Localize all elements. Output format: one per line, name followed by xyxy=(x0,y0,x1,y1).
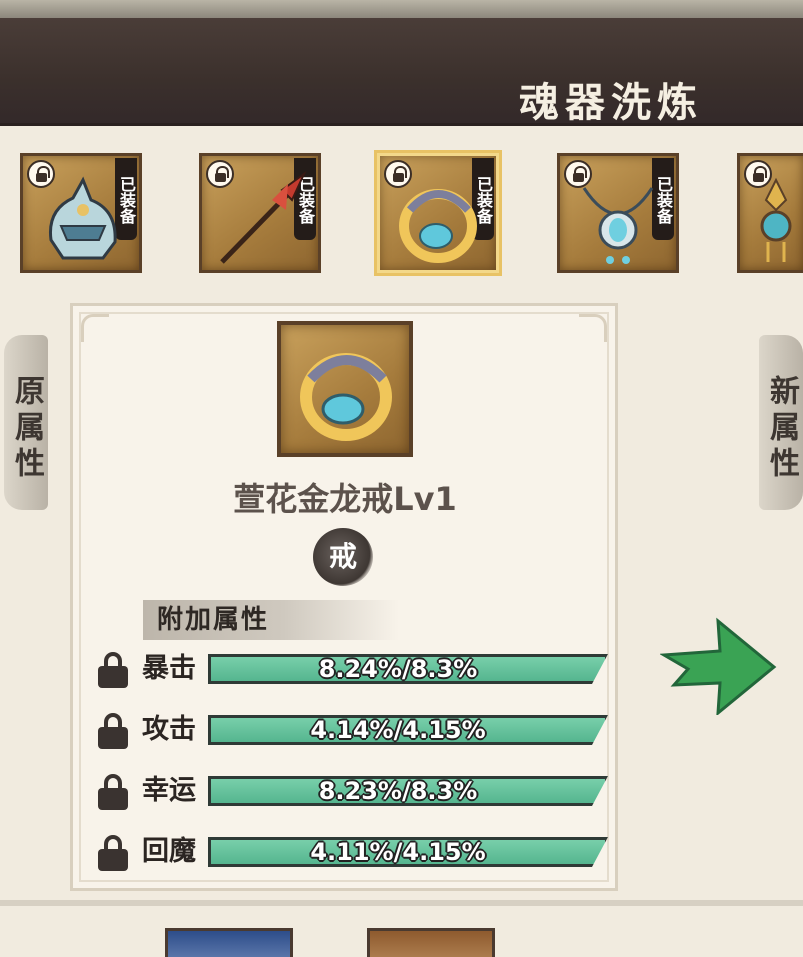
attribute-row: 幸运 8.23%/8.3% xyxy=(96,772,611,812)
unlock-icon[interactable] xyxy=(96,650,130,690)
item-name: 萱花金龙戒Lv1 xyxy=(233,480,457,518)
attribute-value: 4.11%/4.15% xyxy=(310,838,486,866)
equip-slot-spear[interactable]: 已装备 xyxy=(199,153,321,273)
attribute-value: 8.24%/8.3% xyxy=(318,655,478,683)
attribute-row: 暴击 8.24%/8.3% xyxy=(96,650,611,690)
equip-slot-necklace[interactable]: 已装备 xyxy=(557,153,679,273)
attribute-row: 回魔 4.11%/4.15% xyxy=(96,833,611,873)
attribute-row: 攻击 4.14%/4.15% xyxy=(96,711,611,751)
attribute-value: 4.14%/4.15% xyxy=(310,716,486,744)
unlock-icon[interactable] xyxy=(96,833,130,873)
panel-corner-ornament xyxy=(579,314,607,342)
item-type-badge: 戒 xyxy=(313,528,373,586)
ring-icon xyxy=(300,353,392,441)
ring-icon xyxy=(399,189,477,263)
unlock-icon[interactable] xyxy=(96,772,130,812)
pendant-icon xyxy=(760,177,792,262)
title-bar: 魂器洗炼 xyxy=(0,18,803,126)
attribute-name: 暴击 xyxy=(142,653,196,684)
spear-icon xyxy=(220,170,307,264)
attribute-name: 幸运 xyxy=(142,775,196,806)
arrow-right-icon[interactable] xyxy=(660,615,780,715)
equip-slot-pendant[interactable] xyxy=(737,153,803,273)
top-strip xyxy=(0,0,803,18)
bottom-item-slot[interactable] xyxy=(367,928,495,957)
helmet-icon xyxy=(48,176,117,260)
unlock-icon[interactable] xyxy=(96,711,130,751)
item-icon xyxy=(277,321,413,457)
tab-original-attributes[interactable]: 原属性 xyxy=(4,335,48,510)
divider xyxy=(0,900,803,906)
extra-attributes-header: 附加属性 xyxy=(143,600,399,640)
equip-slot-helmet[interactable]: 已装备 xyxy=(20,153,142,273)
page-title: 魂器洗炼 xyxy=(519,79,703,126)
necklace-icon xyxy=(582,187,654,264)
equip-slot-ring[interactable]: 已装备 xyxy=(377,153,499,273)
tab-new-attributes[interactable]: 新属性 xyxy=(759,335,803,510)
attribute-name: 回魔 xyxy=(142,836,196,867)
bottom-item-slot[interactable] xyxy=(165,928,293,957)
attribute-value: 8.23%/8.3% xyxy=(318,777,478,805)
panel-corner-ornament xyxy=(81,314,109,342)
attribute-name: 攻击 xyxy=(142,714,196,745)
